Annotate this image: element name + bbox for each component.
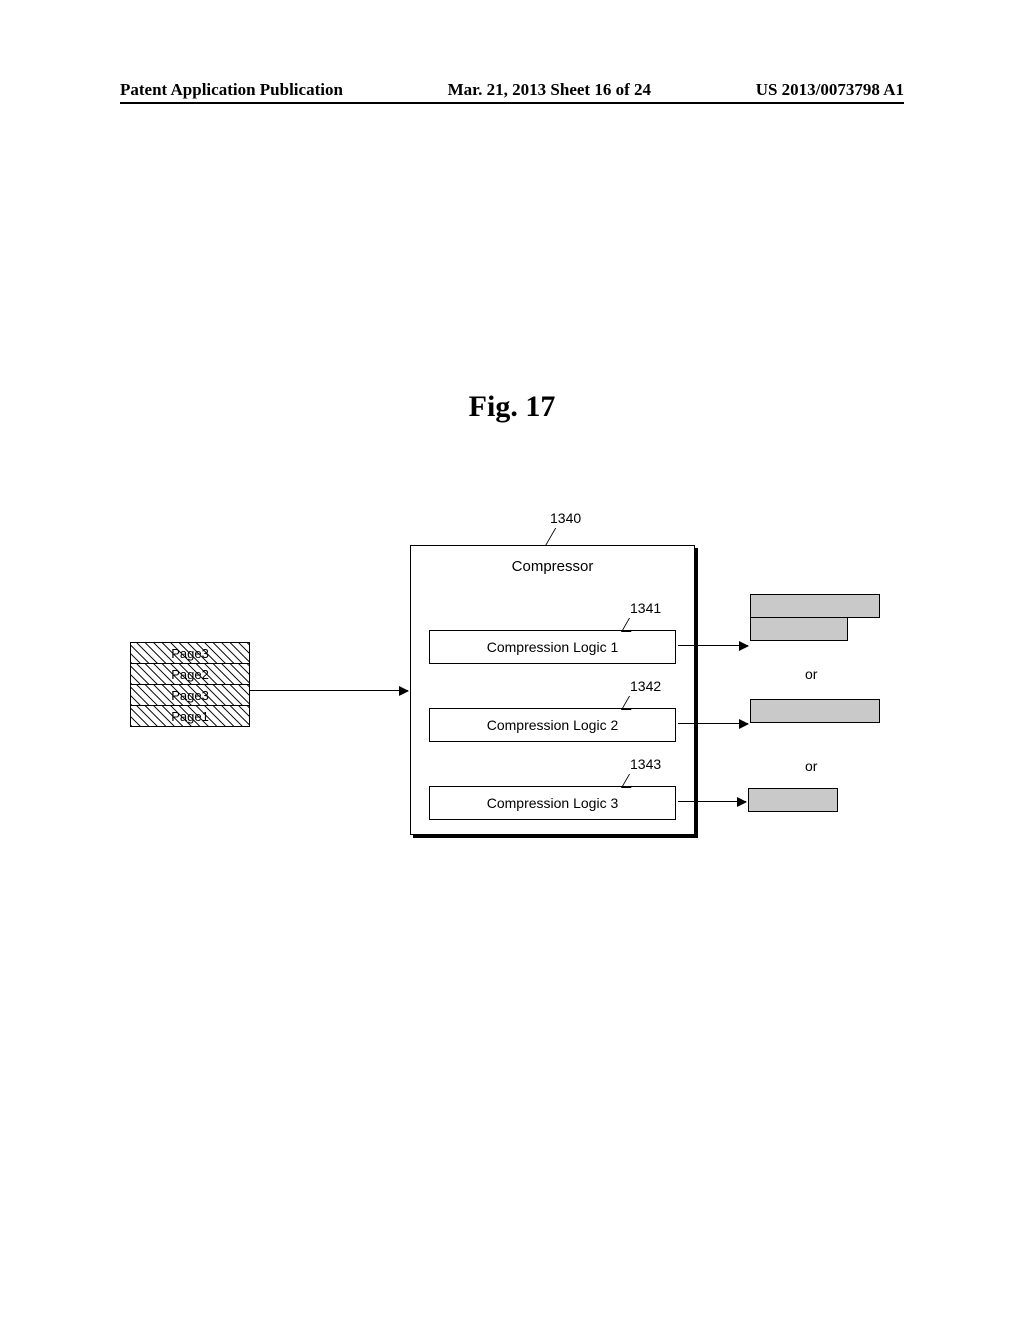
input-page-cell: Page3 [130,684,250,706]
or-separator: or [805,666,817,682]
page-header: Patent Application Publication Mar. 21, … [120,80,904,104]
header-publication-type: Patent Application Publication [120,80,343,100]
arrow-logic3-output [678,801,746,802]
compression-logic-1-block: Compression Logic 1 [429,630,676,664]
arrow-logic2-output [678,723,748,724]
compressed-output-cell [750,617,848,641]
output-logic1-stack [750,595,880,641]
arrow-logic1-output [678,645,748,646]
or-separator: or [805,758,817,774]
input-page-cell: Page3 [130,642,250,664]
compression-logic-2-block: Compression Logic 2 [429,708,676,742]
figure-17-diagram: Page3 Page2 Page3 Page1 1340 Compressor … [120,500,904,900]
output-logic2-stack [750,700,880,723]
callout-logic1-ref: 1341 [630,600,661,616]
compressed-output-cell [750,699,880,723]
callout-compressor-ref: 1340 [550,510,581,526]
patent-page: Patent Application Publication Mar. 21, … [0,0,1024,1320]
compressed-output-cell [748,788,838,812]
arrow-input-to-compressor [250,690,408,691]
callout-logic2-ref: 1342 [630,678,661,694]
input-pages-stack: Page3 Page2 Page3 Page1 [130,643,250,727]
input-page-cell: Page1 [130,705,250,727]
callout-logic3-ref: 1343 [630,756,661,772]
output-logic3-stack [748,789,838,812]
header-sheet-info: Mar. 21, 2013 Sheet 16 of 24 [448,80,651,100]
input-page-cell: Page2 [130,663,250,685]
figure-title: Fig. 17 [0,390,1024,424]
header-publication-number: US 2013/0073798 A1 [756,80,904,100]
compressor-title: Compressor [421,558,684,575]
compressed-output-cell [750,594,880,618]
compression-logic-3-block: Compression Logic 3 [429,786,676,820]
